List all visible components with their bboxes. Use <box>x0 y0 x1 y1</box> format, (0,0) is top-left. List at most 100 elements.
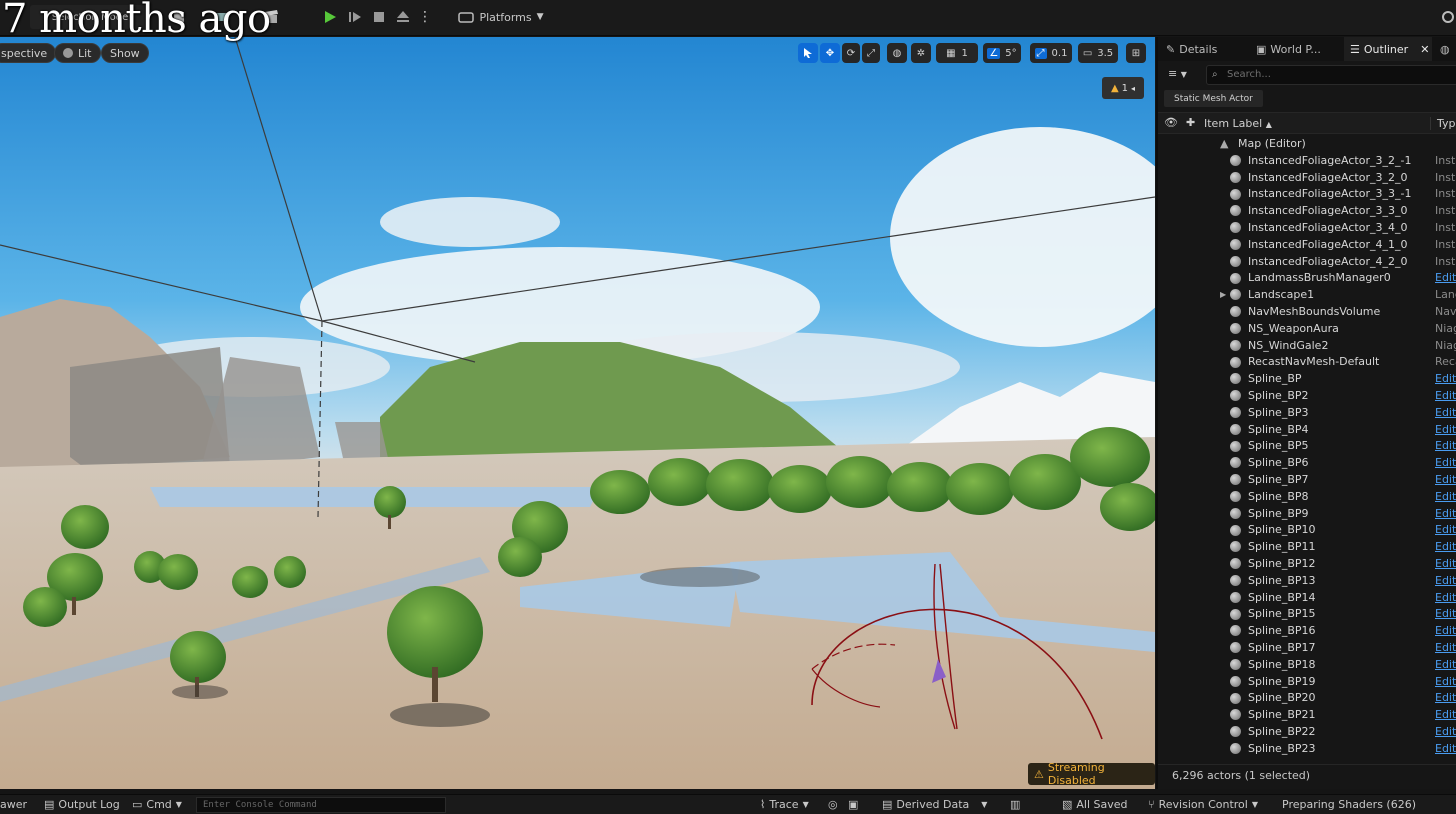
edit-link[interactable]: Edit <box>1435 507 1456 520</box>
scale-snap-button[interactable]: ⤢ 0.1 <box>1030 43 1072 63</box>
stats-button[interactable]: ▥ <box>1010 798 1020 811</box>
edit-link[interactable]: Edit <box>1435 473 1456 486</box>
screenshot-button[interactable]: ▣ <box>848 798 858 811</box>
tree-row[interactable]: Spline_BP4 Edit <box>1158 421 1456 438</box>
angle-snap-button[interactable]: ∠ 5° <box>983 43 1021 63</box>
tree-row[interactable]: NS_WindGale2 Niaga <box>1158 337 1456 354</box>
edit-link[interactable]: Edit <box>1435 591 1456 604</box>
translate-tool-button[interactable]: ✥ <box>820 43 840 63</box>
outliner-search-input[interactable]: ⌕ Search... <box>1206 65 1456 85</box>
select-tool-button[interactable] <box>798 43 818 63</box>
edit-link[interactable]: Edit <box>1435 456 1456 469</box>
edit-link[interactable]: Edit <box>1435 271 1456 284</box>
tree-row-map[interactable]: ▲ Map (Editor) <box>1158 135 1456 152</box>
edit-link[interactable]: Edit <box>1435 389 1456 402</box>
settings-button[interactable] <box>1440 5 1456 29</box>
tree-row[interactable]: Spline_BP17 Edit <box>1158 639 1456 656</box>
revision-control-button[interactable]: ⑂ Revision Control ▼ <box>1148 798 1258 811</box>
content-drawer-button[interactable]: awer <box>0 798 27 811</box>
tree-row[interactable]: Spline_BP20 Edit <box>1158 690 1456 707</box>
visibility-icon[interactable]: 👁 <box>1164 116 1178 129</box>
grid-snap-button[interactable]: ▦ 1 <box>936 43 978 63</box>
edit-link[interactable]: Edit <box>1435 742 1456 755</box>
tree-row[interactable]: NavMeshBoundsVolume NavM <box>1158 303 1456 320</box>
edit-link[interactable]: Edit <box>1435 557 1456 570</box>
tree-row[interactable]: Spline_BP10 Edit <box>1158 522 1456 539</box>
filter-button[interactable]: ≡ ▼ <box>1168 67 1187 80</box>
derived-data-button[interactable]: ▤ Derived Data ▼ <box>882 798 987 811</box>
tree-row[interactable]: InstancedFoliageActor_3_2_0 Insta <box>1158 169 1456 186</box>
world-local-button[interactable]: ◍ <box>887 43 907 63</box>
edit-link[interactable]: Edit <box>1435 490 1456 503</box>
tree-row[interactable]: Spline_BP22 Edit <box>1158 723 1456 740</box>
warning-badge[interactable]: ▲ 1 ◂ <box>1102 77 1144 99</box>
platforms-button[interactable]: Platforms ▼ <box>458 5 544 29</box>
tree-row[interactable]: Spline_BP5 Edit <box>1158 438 1456 455</box>
tree-row[interactable]: InstancedFoliageActor_3_2_-1 Insta <box>1158 152 1456 169</box>
tab-world-partition[interactable]: ▣ World P... <box>1256 37 1340 61</box>
edit-link[interactable]: Edit <box>1435 658 1456 671</box>
eject-button[interactable] <box>392 5 414 29</box>
tree-row[interactable]: Spline_BP15 Edit <box>1158 606 1456 623</box>
tree-row[interactable]: Spline_BP8 Edit <box>1158 488 1456 505</box>
more-options-button[interactable]: ⋮ <box>418 5 432 29</box>
cmd-dropdown[interactable]: ▭ Cmd ▼ <box>132 798 182 811</box>
play-button[interactable] <box>318 5 342 29</box>
edit-link[interactable]: Edit <box>1435 624 1456 637</box>
tab-extra[interactable]: ◍ <box>1440 37 1456 61</box>
edit-link[interactable]: Edit <box>1435 523 1456 536</box>
tree-row[interactable]: Spline_BP2 Edit <box>1158 387 1456 404</box>
surface-snap-button[interactable]: ✲ <box>911 43 931 63</box>
perspective-button[interactable]: spective <box>0 43 57 63</box>
edit-link[interactable]: Edit <box>1435 574 1456 587</box>
lit-button[interactable]: Lit <box>54 43 101 63</box>
output-log-button[interactable]: ▤ Output Log <box>44 798 120 811</box>
step-button[interactable] <box>344 5 366 29</box>
tree-row[interactable]: InstancedFoliageActor_4_2_0 Insta <box>1158 253 1456 270</box>
tree-row[interactable]: Spline_BP16 Edit <box>1158 622 1456 639</box>
tree-row[interactable]: InstancedFoliageActor_4_1_0 Insta <box>1158 236 1456 253</box>
tab-details[interactable]: ✎ Details <box>1166 37 1248 61</box>
record-button[interactable]: ◎ <box>828 798 838 811</box>
rotate-tool-button[interactable]: ⟳ <box>842 43 860 63</box>
stop-button[interactable] <box>368 5 390 29</box>
tree-row[interactable]: Spline_BP23 Edit <box>1158 740 1456 757</box>
tree-row[interactable]: Spline_BP12 Edit <box>1158 555 1456 572</box>
layout-button[interactable]: ⊞ <box>1126 43 1146 63</box>
tree-row[interactable]: InstancedFoliageActor_3_3_-1 Insta <box>1158 186 1456 203</box>
edit-link[interactable]: Edit <box>1435 540 1456 553</box>
item-label-header[interactable]: Item Label ▲ <box>1204 117 1272 130</box>
tab-outliner[interactable]: ☰ Outliner ✕ <box>1344 37 1432 61</box>
edit-link[interactable]: Edit <box>1435 439 1456 452</box>
tree-row[interactable]: Spline_BP7 Edit <box>1158 471 1456 488</box>
filter-chip[interactable]: Static Mesh Actor <box>1164 90 1263 107</box>
outliner-tree[interactable]: ▲ Map (Editor) InstancedFoliageActor_3_2… <box>1158 135 1456 761</box>
tree-row[interactable]: Spline_BP Edit <box>1158 370 1456 387</box>
tree-row[interactable]: InstancedFoliageActor_3_4_0 Insta <box>1158 219 1456 236</box>
tree-row[interactable]: NS_WeaponAura Niaga <box>1158 320 1456 337</box>
tree-row[interactable]: Spline_BP18 Edit <box>1158 656 1456 673</box>
edit-link[interactable]: Edit <box>1435 641 1456 654</box>
tree-row[interactable]: Spline_BP14 Edit <box>1158 589 1456 606</box>
tree-row[interactable]: Spline_BP6 Edit <box>1158 454 1456 471</box>
pin-icon[interactable]: ✚ <box>1186 116 1195 129</box>
console-input[interactable]: Enter Console Command <box>196 797 446 813</box>
type-header[interactable]: Type <box>1430 117 1456 130</box>
tree-row[interactable]: Spline_BP11 Edit <box>1158 538 1456 555</box>
edit-link[interactable]: Edit <box>1435 607 1456 620</box>
trace-button[interactable]: ⌇ Trace ▼ <box>760 798 809 811</box>
edit-link[interactable]: Edit <box>1435 372 1456 385</box>
tree-row[interactable]: Spline_BP19 Edit <box>1158 673 1456 690</box>
tree-row[interactable]: ▶ Landscape1 Land <box>1158 286 1456 303</box>
tree-row[interactable]: InstancedFoliageActor_3_3_0 Insta <box>1158 202 1456 219</box>
tree-row[interactable]: Spline_BP21 Edit <box>1158 706 1456 723</box>
tree-row[interactable]: Spline_BP3 Edit <box>1158 404 1456 421</box>
tree-row[interactable]: RecastNavMesh-Default Reca <box>1158 354 1456 371</box>
edit-link[interactable]: Edit <box>1435 691 1456 704</box>
tree-row[interactable]: Spline_BP13 Edit <box>1158 572 1456 589</box>
edit-link[interactable]: Edit <box>1435 406 1456 419</box>
close-icon[interactable]: ✕ <box>1420 43 1429 56</box>
edit-link[interactable]: Edit <box>1435 423 1456 436</box>
tree-row[interactable]: Spline_BP9 Edit <box>1158 505 1456 522</box>
scale-tool-button[interactable]: ⤢ <box>862 43 880 63</box>
